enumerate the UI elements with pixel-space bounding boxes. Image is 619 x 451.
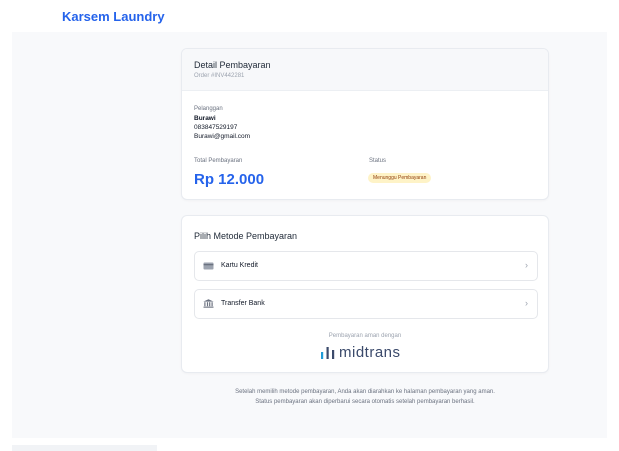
payment-detail-card: Detail Pembayaran Order #INV442281 Pelan…	[181, 48, 549, 200]
midtrans-logo: midtrans	[317, 343, 417, 363]
payment-detail-header: Detail Pembayaran Order #INV442281	[182, 49, 548, 91]
customer-phone: 083847529197	[194, 124, 238, 131]
redirect-notice: Setelah memilih metode pembayaran, Anda …	[235, 389, 495, 395]
footer-strip	[12, 445, 157, 451]
payment-detail-title: Detail Pembayaran	[194, 60, 271, 70]
status-badge: Menunggu Pembayaran	[368, 173, 432, 183]
customer-label: Pelanggan	[194, 106, 223, 112]
customer-email: Burawi@gmail.com	[194, 133, 251, 140]
bank-transfer-option[interactable]: Transfer Bank ›	[194, 289, 538, 319]
status-notice: Status pembayaran akan diperbarui secara…	[255, 399, 475, 405]
chevron-right-icon: ›	[525, 260, 528, 270]
total-amount: Rp 12.000	[194, 171, 265, 188]
payment-method-card: Pilih Metode Pembayaran Kartu Kredit › T…	[181, 215, 549, 373]
bank-icon	[203, 299, 214, 308]
status-label: Status	[369, 158, 387, 164]
midtrans-wordmark: midtrans	[339, 344, 401, 361]
customer-name: Burawi	[194, 115, 216, 122]
brand-logo[interactable]: Karsem Laundry	[62, 9, 165, 24]
bank-transfer-label: Transfer Bank	[221, 300, 265, 307]
secure-payment-text: Pembayaran aman dengan	[328, 333, 402, 339]
payment-method-title: Pilih Metode Pembayaran	[194, 231, 298, 241]
order-number: Order #INV442281	[194, 73, 245, 79]
credit-card-option[interactable]: Kartu Kredit ›	[194, 251, 538, 281]
credit-card-label: Kartu Kredit	[221, 262, 258, 269]
credit-card-icon	[203, 262, 214, 270]
total-label: Total Pembayaran	[194, 158, 243, 164]
top-bar: Karsem Laundry	[0, 0, 619, 32]
chevron-right-icon: ›	[525, 298, 528, 308]
midtrans-bars-icon	[321, 347, 335, 359]
